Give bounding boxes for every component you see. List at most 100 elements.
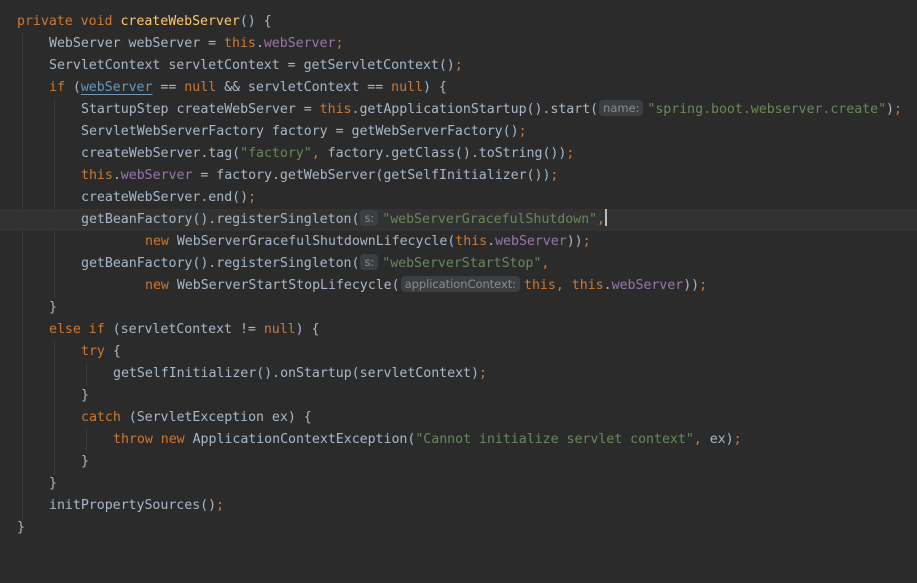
keyword: this — [571, 278, 604, 293]
comma: , — [555, 278, 564, 293]
code-text: factory.getClass().toString()) — [319, 146, 567, 161]
string-literal: "webServerGracefulShutdown" — [382, 212, 598, 227]
code-text: initPropertySources() — [49, 498, 217, 513]
code-text: . — [255, 36, 264, 51]
code-text: WebServerStartStopLifecycle( — [168, 278, 400, 293]
code-line[interactable]: try { — [0, 341, 917, 363]
code-line[interactable]: } — [0, 517, 917, 539]
comma: , — [693, 432, 702, 447]
code-text: WebServerGracefulShutdownLifecycle( — [168, 234, 456, 249]
code-line[interactable]: } — [0, 297, 917, 319]
keyword: throw — [113, 432, 153, 447]
code-line[interactable]: } — [0, 451, 917, 473]
code-text: { — [104, 344, 121, 359]
keyword: this — [319, 102, 352, 117]
code-text: ( — [64, 80, 81, 95]
code-line[interactable]: } — [0, 385, 917, 407]
code-line-current[interactable]: getBeanFactory().registerSingleton(s: "we… — [0, 209, 917, 231]
code-text: getBeanFactory().registerSingleton( — [81, 256, 360, 271]
keyword: new — [145, 234, 169, 249]
code-text: . — [112, 168, 121, 183]
code-line[interactable]: } — [0, 473, 917, 495]
code-text: StartupStep createWebServer = — [81, 102, 320, 117]
code-line[interactable]: getBeanFactory().registerSingleton(s: "we… — [0, 253, 917, 275]
keyword: if — [49, 80, 65, 95]
code-line[interactable]: StartupStep createWebServer = this.getAp… — [0, 99, 917, 121]
semicolon: ; — [335, 36, 344, 51]
keyword: new — [160, 432, 185, 447]
code-editor[interactable]: private void createWebServer() { WebServ… — [0, 0, 917, 548]
string-literal: "spring.boot.webserver.create" — [647, 102, 887, 117]
keyword: void — [80, 14, 113, 29]
parameter-hint: name: — [599, 100, 644, 116]
semicolon: ; — [894, 102, 902, 117]
semicolon: ; — [582, 234, 591, 249]
field-ref: webServer — [120, 168, 193, 183]
code-text: ServletContext servletContext = getServl… — [49, 58, 455, 73]
code-line[interactable]: if (webServer == null && servletContext … — [0, 77, 917, 99]
semicolon: ; — [216, 498, 225, 513]
code-line[interactable]: this.webServer = factory.getWebServer(ge… — [0, 165, 917, 187]
code-line[interactable]: new WebServerGracefulShutdownLifecycle(t… — [0, 231, 917, 253]
field-ref-underlined[interactable]: webServer — [81, 80, 153, 95]
code-text: } — [81, 388, 89, 403]
code-text: } — [17, 520, 25, 535]
code-line[interactable]: WebServer webServer = this.webServer; — [0, 33, 917, 55]
code-line[interactable]: private void createWebServer() { — [0, 11, 917, 33]
parameter-hint: s: — [360, 254, 379, 270]
code-line[interactable]: new WebServerStartStopLifecycle(applicat… — [0, 275, 917, 297]
semicolon: ; — [733, 432, 742, 447]
code-text: createWebServer.tag( — [81, 146, 241, 161]
code-text: .getApplicationStartup().start( — [351, 102, 599, 117]
semicolon: ; — [248, 190, 257, 205]
code-line[interactable]: ServletWebServerFactory factory = getWeb… — [0, 121, 917, 143]
code-text: ApplicationContextException( — [184, 432, 416, 447]
semicolon: ; — [518, 124, 527, 139]
keyword: this — [224, 36, 256, 51]
field-ref: webServer — [495, 234, 567, 249]
code-text: WebServer webServer = — [49, 36, 225, 51]
code-text: ) { — [295, 322, 320, 337]
comma: , — [311, 146, 320, 161]
code-line[interactable]: catch (ServletException ex) { — [0, 407, 917, 429]
code-text: ex) — [701, 432, 734, 447]
code-line[interactable]: else if (servletContext != null) { — [0, 319, 917, 341]
keyword: this — [524, 278, 556, 293]
code-text: (ServletException ex) { — [120, 410, 312, 425]
string-literal: "factory" — [240, 146, 312, 161]
keyword: try — [81, 344, 105, 359]
keyword: catch — [81, 410, 121, 425]
code-text: getSelfInitializer().onStartup(servletCo… — [113, 366, 479, 381]
code-line[interactable]: createWebServer.tag("factory", factory.g… — [0, 143, 917, 165]
code-text: () { — [239, 14, 272, 29]
semicolon: ; — [566, 146, 575, 161]
string-literal: "webServerStartStop" — [382, 256, 542, 271]
code-text: = factory.getWebServer(getSelfInitialize… — [192, 168, 551, 183]
comma: , — [541, 256, 550, 271]
keyword: this — [455, 234, 488, 249]
code-line[interactable]: getSelfInitializer().onStartup(servletCo… — [0, 363, 917, 385]
code-text: )) — [566, 234, 583, 249]
code-text: (servletContext != — [104, 322, 264, 337]
code-text: ) — [886, 102, 895, 117]
code-line[interactable]: createWebServer.end(); — [0, 187, 917, 209]
parameter-hint: s: — [360, 210, 379, 226]
code-text: )) — [683, 278, 700, 293]
comma: , — [597, 212, 605, 227]
code-text: && servletContext == — [216, 80, 392, 95]
keyword: this — [81, 168, 113, 183]
code-line[interactable]: initPropertySources(); — [0, 495, 917, 517]
field-ref: webServer — [611, 278, 684, 293]
keyword: private — [17, 14, 73, 29]
code-line[interactable]: ServletContext servletContext = getServl… — [0, 55, 917, 77]
method-name: createWebServer — [120, 14, 240, 29]
code-text: ServletWebServerFactory factory = getWeb… — [81, 124, 519, 139]
keyword: null — [263, 322, 296, 337]
semicolon: ; — [699, 278, 708, 293]
code-text: ) { — [422, 80, 447, 95]
code-line[interactable]: throw new ApplicationContextException("C… — [0, 429, 917, 451]
field-ref: webServer — [263, 36, 336, 51]
semicolon: ; — [454, 58, 463, 73]
keyword: else if — [49, 322, 105, 337]
